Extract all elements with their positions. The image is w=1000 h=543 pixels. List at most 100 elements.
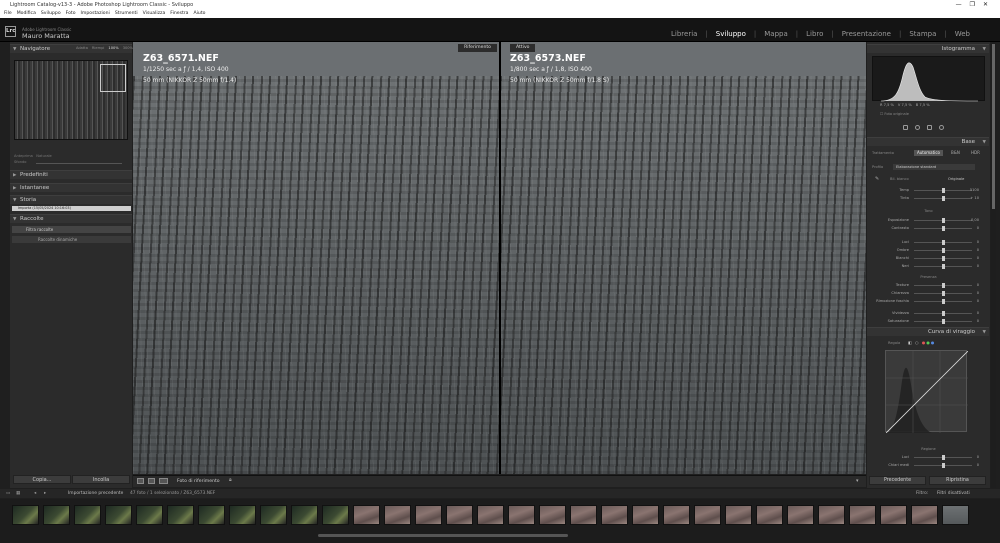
filmstrip-thumbnail[interactable] xyxy=(136,505,163,525)
filmstrip-thumbnail[interactable] xyxy=(849,505,876,525)
filmstrip-filter-select[interactable]: Filtri disattivati xyxy=(937,489,970,498)
slider-tinta[interactable]: Tinta + 10 xyxy=(872,196,985,201)
slider-value[interactable]: 0 xyxy=(977,311,979,315)
module-presentazione[interactable]: Presentazione xyxy=(842,30,891,38)
region-slider-chiari-medi[interactable]: Chiari medi 0 xyxy=(872,463,985,468)
slider-knob[interactable] xyxy=(942,218,945,223)
slider-value[interactable]: 0 xyxy=(977,291,979,295)
slider-knob[interactable] xyxy=(942,256,945,261)
filmstrip-thumbnail[interactable] xyxy=(601,505,628,525)
grid-icon[interactable]: ▦ xyxy=(16,489,20,498)
slider-ombre[interactable]: Ombre 0 xyxy=(872,248,985,253)
menu-strumenti[interactable]: Strumenti xyxy=(115,10,138,18)
slider-neri[interactable]: Neri 0 xyxy=(872,264,985,269)
menu-foto[interactable]: Foto xyxy=(66,10,76,18)
menu-impostazioni[interactable]: Impostazioni xyxy=(81,10,110,18)
preview-slider[interactable] xyxy=(36,163,122,164)
slider-contrasto[interactable]: Contrasto 0 xyxy=(872,226,985,231)
reset-button[interactable]: Ripristina xyxy=(929,476,986,485)
history-header[interactable]: ▼ Storia xyxy=(10,195,132,204)
filmstrip-thumbnail[interactable] xyxy=(260,505,287,525)
module-libreria[interactable]: Libreria xyxy=(671,30,697,38)
slider-value[interactable]: 0 xyxy=(977,240,979,244)
slider-temp[interactable]: Temp 5100 xyxy=(872,188,985,193)
slider-value[interactable]: 0 xyxy=(977,455,979,459)
copy-button[interactable]: Copia... xyxy=(13,475,71,484)
slider-value[interactable]: 0,00 xyxy=(971,218,979,222)
slider-value[interactable]: 0 xyxy=(977,299,979,303)
heal-tool-icon[interactable] xyxy=(915,125,920,130)
collections-header[interactable]: ▼ Raccolte xyxy=(10,214,132,223)
paste-button[interactable]: Incolla xyxy=(72,475,130,484)
filmstrip-thumbnail[interactable] xyxy=(291,505,318,525)
tone-curve-header[interactable]: Curva di viraggio ▼ xyxy=(867,327,989,336)
original-photo-toggle[interactable]: ☐ Foto originale xyxy=(880,112,909,116)
slider-value[interactable]: 0 xyxy=(977,319,979,323)
menu-visualizza[interactable]: Visualizza xyxy=(143,10,166,18)
redeye-tool-icon[interactable] xyxy=(927,125,932,130)
filmstrip-thumbnail[interactable] xyxy=(12,505,39,525)
close-icon[interactable]: ✕ xyxy=(983,1,996,8)
menu-file[interactable]: File xyxy=(4,10,12,18)
basic-header[interactable]: Base ▼ xyxy=(867,137,989,146)
filmstrip-thumbnail[interactable] xyxy=(880,505,907,525)
filmstrip-thumbnail[interactable] xyxy=(446,505,473,525)
filmstrip-thumbnail[interactable] xyxy=(818,505,845,525)
module-web[interactable]: Web xyxy=(955,30,970,38)
nav-forward-icon[interactable]: ▸ xyxy=(44,489,46,498)
filmstrip-thumbnail[interactable] xyxy=(632,505,659,525)
navigator-zoom-box[interactable] xyxy=(100,64,126,92)
slider-knob[interactable] xyxy=(942,240,945,245)
filter-collections[interactable]: Filtra raccolte xyxy=(12,226,131,233)
menu-finestra[interactable]: Finestra xyxy=(170,10,188,18)
filmstrip-thumbnail[interactable] xyxy=(384,505,411,525)
slider-knob[interactable] xyxy=(942,188,945,193)
tab-automatico[interactable]: Automatico xyxy=(914,150,943,156)
maximize-icon[interactable]: ❐ xyxy=(970,1,983,8)
minimize-icon[interactable]: — xyxy=(956,1,970,8)
slider-knob[interactable] xyxy=(942,291,945,296)
toolbar-menu-icon[interactable]: ▾ xyxy=(856,478,859,484)
slider-rimozione-foschia[interactable]: Rimozione foschia 0 xyxy=(872,299,985,304)
filmstrip-thumbnail[interactable] xyxy=(663,505,690,525)
filmstrip-thumbnail[interactable] xyxy=(105,505,132,525)
slider-knob[interactable] xyxy=(942,283,945,288)
reference-photo[interactable] xyxy=(133,76,499,474)
reference-view-icon[interactable] xyxy=(159,478,168,484)
filmstrip-thumbnail[interactable] xyxy=(508,505,535,525)
slider-value[interactable]: 0 xyxy=(977,226,979,230)
slider-knob[interactable] xyxy=(942,319,945,324)
compare-view-icon[interactable] xyxy=(148,478,155,484)
filmstrip-thumbnail[interactable] xyxy=(198,505,225,525)
previous-button[interactable]: Precedente xyxy=(869,476,926,485)
slider-knob[interactable] xyxy=(942,455,945,460)
filmstrip-thumbnail[interactable] xyxy=(539,505,566,525)
slider-knob[interactable] xyxy=(942,248,945,253)
slider-texture[interactable]: Texture 0 xyxy=(872,283,985,288)
filmstrip-source[interactable]: Importazione precedente xyxy=(68,489,123,498)
filmstrip-thumbnail[interactable] xyxy=(477,505,504,525)
slider-bianchi[interactable]: Bianchi 0 xyxy=(872,256,985,261)
slider-chiarezza[interactable]: Chiarezza 0 xyxy=(872,291,985,296)
tab-bn[interactable]: B&N xyxy=(948,150,963,156)
filmstrip-thumbnail[interactable] xyxy=(942,505,969,525)
eyedropper-icon[interactable]: ✎ xyxy=(875,176,879,182)
nav-back-icon[interactable]: ◂ xyxy=(34,489,36,498)
slider-value[interactable]: 0 xyxy=(977,463,979,467)
wb-select[interactable]: Originale xyxy=(948,177,964,181)
history-item[interactable]: Importa (15/05/2024 10:16:03) xyxy=(12,206,131,211)
filmstrip-thumbnail[interactable] xyxy=(787,505,814,525)
slider-value[interactable]: 0 xyxy=(977,256,979,260)
filmstrip-thumbnail[interactable] xyxy=(229,505,256,525)
slider-saturazione[interactable]: Saturazione 0 xyxy=(872,319,985,324)
slider-knob[interactable] xyxy=(942,264,945,269)
histogram-header[interactable]: Istogramma ▼ xyxy=(867,44,989,53)
dynamic-collections[interactable]: Raccolte dinamiche xyxy=(12,236,131,243)
reference-pane[interactable]: Z63_6571.NEF 1/1250 sec a ƒ / 1,4, ISO 4… xyxy=(133,42,499,474)
tab-hdr[interactable]: HDR xyxy=(968,150,983,156)
menu-sviluppo[interactable]: Sviluppo xyxy=(41,10,61,18)
active-photo[interactable] xyxy=(500,76,866,474)
module-libro[interactable]: Libro xyxy=(806,30,823,38)
tone-curve-graph[interactable] xyxy=(885,350,969,434)
slider-vividezza[interactable]: Vividezza 0 xyxy=(872,311,985,316)
